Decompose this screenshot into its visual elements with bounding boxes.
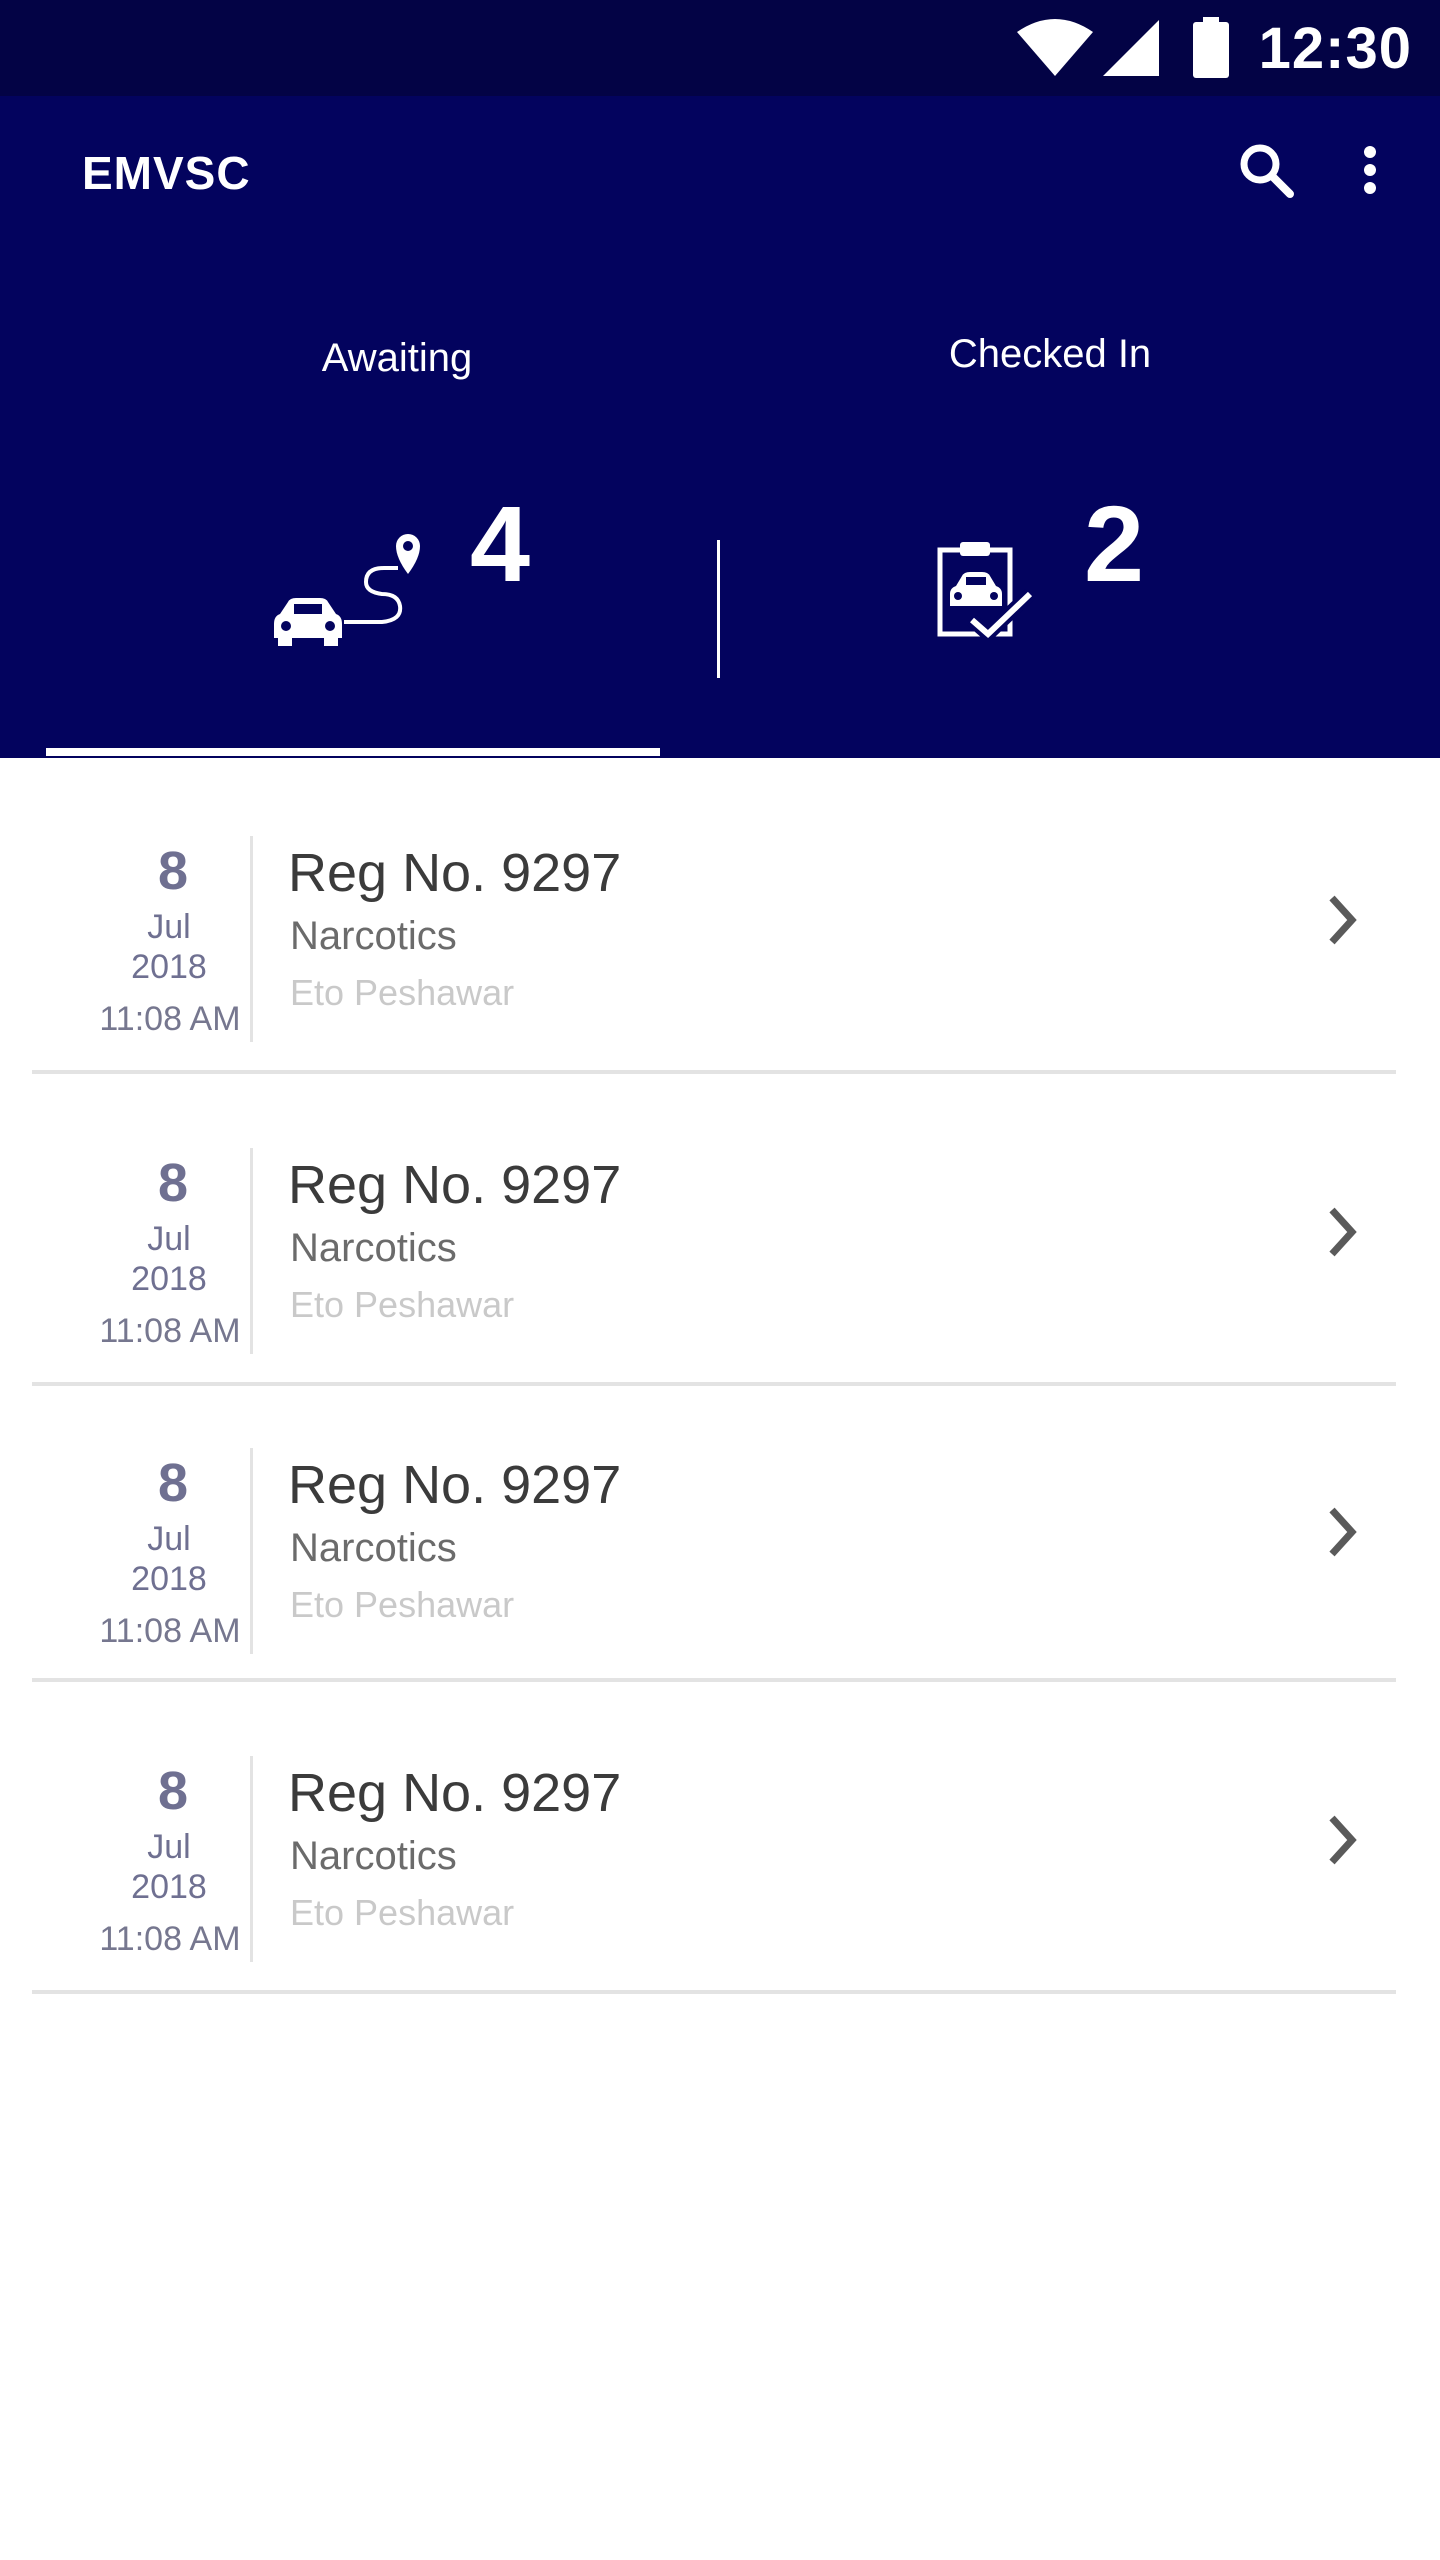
- tab-checked-in[interactable]: [660, 636, 1394, 758]
- list-item[interactable]: 8 Jul 2018 11:08 AM Reg No. 9297 Narcoti…: [32, 1382, 1396, 1682]
- list-item[interactable]: 8 Jul 2018 11:08 AM Reg No. 9297 Narcoti…: [32, 1070, 1396, 1386]
- category: Narcotics: [290, 914, 457, 958]
- date-year: 2018: [131, 1868, 207, 1906]
- date-year: 2018: [131, 948, 207, 986]
- checked-in-count: 2: [1084, 483, 1145, 604]
- chevron-right-icon: [1329, 1815, 1357, 1865]
- location: Eto Peshawar: [290, 1284, 515, 1325]
- chevron-right-icon: [1329, 895, 1357, 945]
- date-year: 2018: [131, 1260, 207, 1298]
- status-bar: 12:30: [0, 0, 1440, 96]
- reg-number: Reg No. 9297: [288, 1455, 622, 1515]
- reg-number: Reg No. 9297: [288, 1763, 622, 1823]
- more-vert-icon: [1364, 146, 1376, 194]
- battery-icon: [1192, 17, 1229, 78]
- reg-number: Reg No. 9297: [288, 843, 622, 903]
- tab-awaiting[interactable]: [46, 636, 660, 758]
- cell-signal-icon: [1102, 20, 1159, 76]
- location: Eto Peshawar: [290, 1892, 515, 1933]
- search-icon: [1240, 144, 1294, 198]
- list-item[interactable]: 8 Jul 2018 11:08 AM Reg No. 9297 Narcoti…: [32, 758, 1396, 1074]
- car-clipboard-check-icon: [936, 540, 1036, 644]
- date-month: Jul: [147, 1220, 191, 1258]
- checked-in-label: Checked In: [948, 332, 1152, 376]
- stats-divider: [717, 540, 720, 678]
- reg-number: Reg No. 9297: [288, 1155, 622, 1215]
- date-day: 8: [157, 1761, 189, 1821]
- location: Eto Peshawar: [290, 1584, 515, 1625]
- tab-indicator: [46, 748, 660, 756]
- category: Narcotics: [290, 1834, 457, 1878]
- location: Eto Peshawar: [290, 972, 515, 1013]
- chevron-right-icon: [1329, 1507, 1357, 1557]
- date-day: 8: [157, 1153, 189, 1213]
- awaiting-count: 4: [470, 483, 531, 604]
- wifi-icon: [1016, 19, 1093, 76]
- item-divider: [250, 1148, 253, 1354]
- date-month: Jul: [147, 908, 191, 946]
- status-icons: 12:30: [1015, 14, 1412, 82]
- category: Narcotics: [290, 1226, 457, 1270]
- date-day: 8: [157, 841, 189, 901]
- app-title: EMVSC: [82, 147, 251, 199]
- item-divider: [250, 1448, 253, 1654]
- date-year: 2018: [131, 1560, 207, 1598]
- category: Narcotics: [290, 1526, 457, 1570]
- item-divider: [250, 1756, 253, 1962]
- item-divider: [250, 836, 253, 1042]
- car-route-icon: [266, 528, 426, 646]
- date-month: Jul: [147, 1520, 191, 1558]
- search-button[interactable]: [1234, 138, 1298, 202]
- list-item[interactable]: 8 Jul 2018 11:08 AM Reg No. 9297 Narcoti…: [32, 1678, 1396, 1994]
- app-header: EMVSC Awaiting 4 Checked In 2: [0, 96, 1440, 758]
- chevron-right-icon: [1329, 1207, 1357, 1257]
- status-clock: 12:30: [1258, 15, 1412, 81]
- awaiting-label: Awaiting: [321, 336, 473, 380]
- more-options-button[interactable]: [1348, 138, 1392, 202]
- date-day: 8: [157, 1453, 189, 1513]
- date-month: Jul: [147, 1828, 191, 1866]
